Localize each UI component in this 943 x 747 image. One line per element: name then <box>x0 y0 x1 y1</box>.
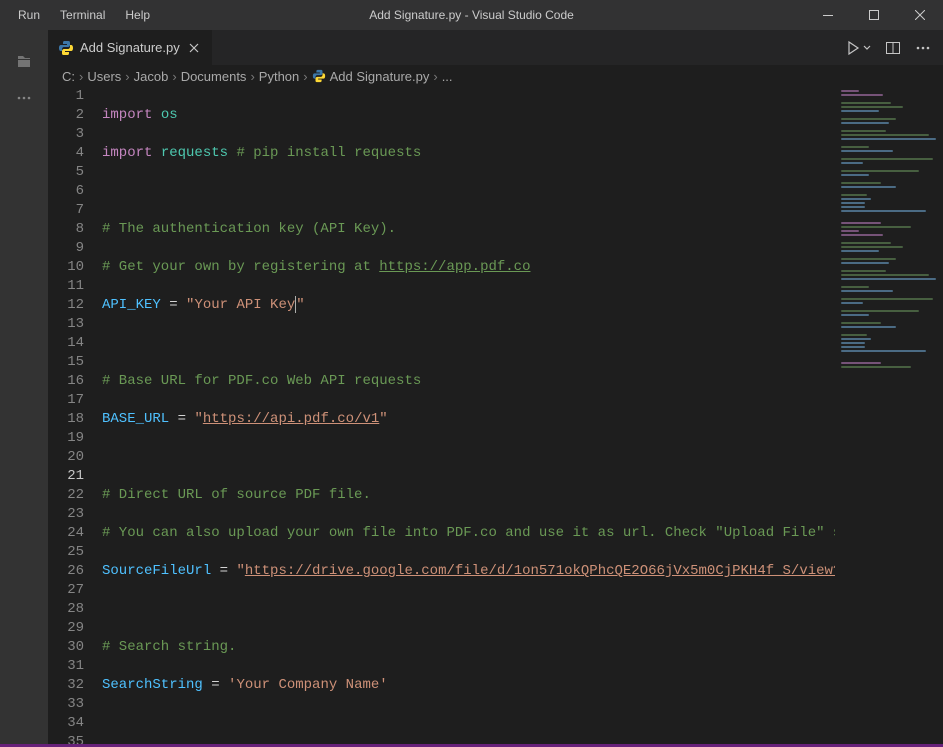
editor[interactable]: 1234567891011121314151617181920212223242… <box>48 87 943 747</box>
crumb-jacob[interactable]: Jacob <box>134 69 169 84</box>
menu-help[interactable]: Help <box>117 4 158 26</box>
maximize-button[interactable] <box>851 0 897 30</box>
menu-terminal[interactable]: Terminal <box>52 4 113 26</box>
code-content[interactable]: import os import requests # pip install … <box>102 87 835 747</box>
line-numbers: 1234567891011121314151617181920212223242… <box>48 87 102 747</box>
menubar: Run Terminal Help <box>10 4 158 26</box>
tabbar: Add Signature.py <box>48 30 943 65</box>
close-button[interactable] <box>897 0 943 30</box>
crumb-documents[interactable]: Documents <box>181 69 247 84</box>
more-icon[interactable] <box>0 86 48 110</box>
python-file-icon <box>312 69 326 83</box>
crumb-file[interactable]: Add Signature.py <box>312 69 430 84</box>
crumb-drive[interactable]: C: <box>62 69 75 84</box>
tab-label: Add Signature.py <box>80 40 180 55</box>
minimize-button[interactable] <box>805 0 851 30</box>
explorer-collapsed-icon[interactable] <box>0 38 48 86</box>
editor-actions <box>845 40 943 56</box>
split-editor-button[interactable] <box>885 40 901 56</box>
tab-close-icon[interactable] <box>186 40 202 56</box>
tab-add-signature[interactable]: Add Signature.py <box>48 30 213 65</box>
more-actions-button[interactable] <box>915 40 931 56</box>
python-file-icon <box>58 40 74 56</box>
titlebar: Run Terminal Help Add Signature.py - Vis… <box>0 0 943 30</box>
minimap[interactable] <box>835 87 943 747</box>
crumb-tail[interactable]: ... <box>442 69 453 84</box>
crumb-users[interactable]: Users <box>87 69 121 84</box>
breadcrumbs[interactable]: C:› Users› Jacob› Documents› Python› Add… <box>48 65 943 87</box>
menu-run[interactable]: Run <box>10 4 48 26</box>
activitybar <box>0 30 48 747</box>
crumb-python[interactable]: Python <box>259 69 299 84</box>
run-button[interactable] <box>845 40 871 56</box>
window-title: Add Signature.py - Visual Studio Code <box>369 8 574 22</box>
window-controls <box>805 0 943 30</box>
